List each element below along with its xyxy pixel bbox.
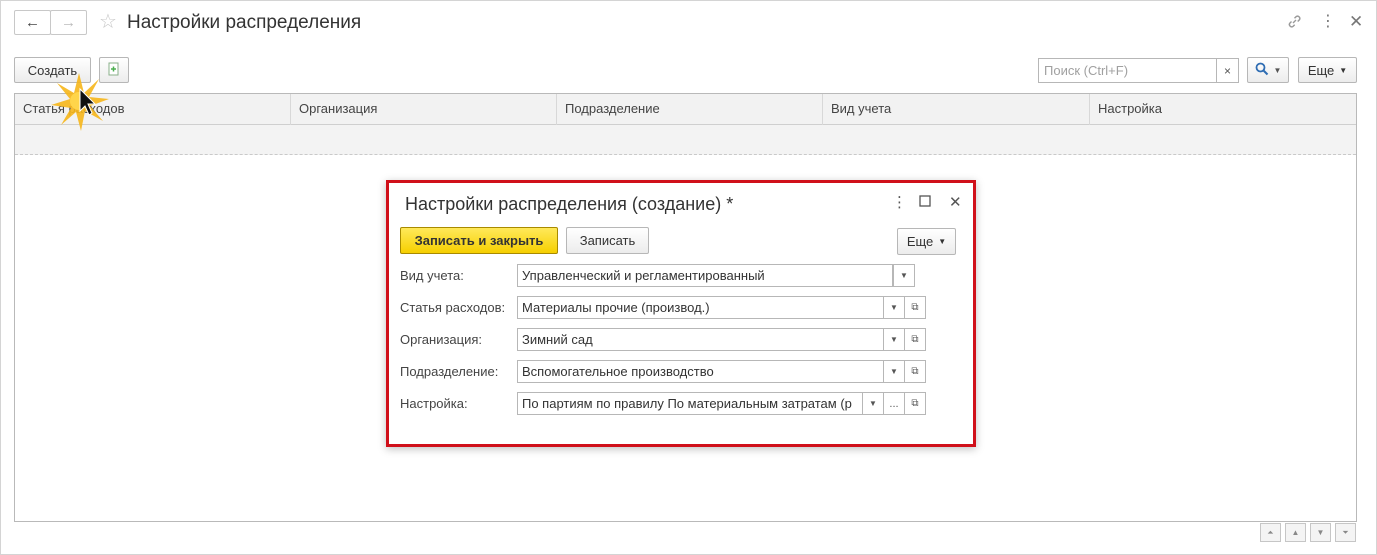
dialog-title: Настройки распределения (создание) * xyxy=(405,194,734,214)
save-and-close-label: Записать и закрыть xyxy=(414,233,544,248)
expense-item-dropdown[interactable]: ▼ xyxy=(883,296,905,319)
more-vertical-icon[interactable]: ⋮ xyxy=(892,195,907,211)
chevron-down-icon: ▼ xyxy=(890,303,898,312)
save-and-close-button[interactable]: Записать и закрыть xyxy=(400,227,558,254)
table-header: Статья расходов Организация Подразделени… xyxy=(15,94,1356,125)
open-icon: ⧉ xyxy=(911,302,919,313)
more-vertical-icon[interactable]: ⋮ xyxy=(1320,13,1336,31)
close-icon[interactable]: ✕ xyxy=(949,195,962,211)
ellipsis-icon: ... xyxy=(889,397,899,410)
dialog-more-button[interactable]: Еще ▼ xyxy=(897,228,956,255)
first-page-icon: ⏶ xyxy=(1267,527,1274,537)
chevron-down-icon: ▼ xyxy=(1339,65,1348,75)
arrow-left-icon: ← xyxy=(25,14,40,31)
arrow-up-icon: ▲ xyxy=(1291,528,1300,537)
page-title: Настройки распределения xyxy=(127,12,362,33)
scroll-last-button[interactable]: ⏷ xyxy=(1335,523,1356,542)
expense-item-field[interactable]: Материалы прочие (производ.) xyxy=(517,296,884,319)
scroll-first-button[interactable]: ⏶ xyxy=(1260,523,1281,542)
column-header-department[interactable]: Подразделение xyxy=(557,94,823,125)
chevron-down-icon: ▼ xyxy=(938,237,947,246)
cursor-highlight-icon xyxy=(47,71,111,135)
organization-label: Организация: xyxy=(400,332,483,347)
chevron-down-icon: ▼ xyxy=(869,399,877,408)
setting-select-button[interactable]: ... xyxy=(883,392,905,415)
last-page-icon: ⏷ xyxy=(1342,527,1349,537)
forward-button[interactable]: → xyxy=(50,10,87,35)
scroll-up-button[interactable]: ▲ xyxy=(1285,523,1306,542)
maximize-icon[interactable] xyxy=(919,195,931,211)
expense-item-open-button[interactable]: ⧉ xyxy=(904,296,926,319)
setting-dropdown[interactable]: ▼ xyxy=(862,392,884,415)
department-open-button[interactable]: ⧉ xyxy=(904,360,926,383)
arrow-down-icon: ▼ xyxy=(1316,528,1325,537)
expense-item-label: Статья расходов: xyxy=(400,300,506,315)
organization-field[interactable]: Зимний сад xyxy=(517,328,884,351)
organization-dropdown[interactable]: ▼ xyxy=(883,328,905,351)
main-window: ← → ☆ Настройки распределения ⋮ ✕ Создат… xyxy=(0,0,1377,555)
save-button[interactable]: Записать xyxy=(566,227,649,254)
setting-label: Настройка: xyxy=(400,396,468,411)
close-icon[interactable]: ✕ xyxy=(1349,13,1363,31)
search-button[interactable]: ▼ xyxy=(1247,57,1289,83)
favorite-star-icon[interactable]: ☆ xyxy=(99,12,117,32)
dialog-more-label: Еще xyxy=(906,234,934,249)
open-icon: ⧉ xyxy=(911,334,919,345)
more-button-label: Еще xyxy=(1307,62,1335,78)
chevron-down-icon: ▼ xyxy=(1273,65,1282,75)
organization-open-button[interactable]: ⧉ xyxy=(904,328,926,351)
chevron-down-icon: ▼ xyxy=(900,271,908,280)
accounting-type-field[interactable]: Управленческий и регламентированный xyxy=(517,264,893,287)
column-header-setting[interactable]: Настройка xyxy=(1090,94,1357,125)
accounting-type-dropdown[interactable]: ▼ xyxy=(893,264,915,287)
create-dialog: Настройки распределения (создание) * ⋮ ✕… xyxy=(386,180,976,447)
column-header-organization[interactable]: Организация xyxy=(291,94,557,125)
chevron-down-icon: ▼ xyxy=(890,335,898,344)
open-icon: ⧉ xyxy=(911,398,919,409)
department-dropdown[interactable]: ▼ xyxy=(883,360,905,383)
arrow-right-icon: → xyxy=(61,14,76,31)
accounting-type-label: Вид учета: xyxy=(400,268,464,283)
column-header-accounting-type[interactable]: Вид учета xyxy=(823,94,1090,125)
department-field[interactable]: Вспомогательное производство xyxy=(517,360,884,383)
chevron-down-icon: ▼ xyxy=(890,367,898,376)
search-input[interactable] xyxy=(1038,58,1216,83)
search-clear-button[interactable]: × xyxy=(1216,58,1239,83)
table-row[interactable] xyxy=(15,125,1356,155)
setting-open-button[interactable]: ⧉ xyxy=(904,392,926,415)
search-icon xyxy=(1255,62,1269,79)
department-label: Подразделение: xyxy=(400,364,499,379)
back-button[interactable]: ← xyxy=(14,10,51,35)
more-button[interactable]: Еще ▼ xyxy=(1298,57,1357,83)
scroll-down-button[interactable]: ▼ xyxy=(1310,523,1331,542)
clear-icon: × xyxy=(1223,63,1231,78)
save-button-label: Записать xyxy=(579,233,636,248)
open-icon: ⧉ xyxy=(911,366,919,377)
setting-field[interactable]: По партиям по правилу По материальным за… xyxy=(517,392,863,415)
link-icon[interactable] xyxy=(1286,13,1303,35)
